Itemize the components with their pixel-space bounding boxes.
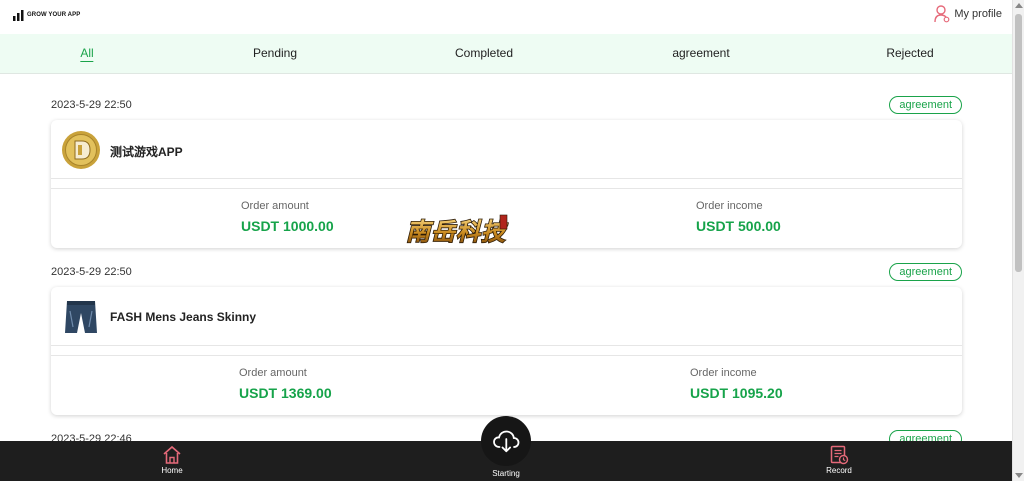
profile-link[interactable]: My profile (934, 5, 1002, 23)
status-tabs: All Pending Completed agreement Rejected (0, 34, 1012, 74)
tab-all[interactable]: All (80, 46, 94, 62)
order-amount: Order amount USDT 1369.00 (239, 367, 332, 401)
order-income-value: USDT 1095.20 (690, 385, 783, 401)
bottom-navigation: Home Starting Record (0, 416, 1012, 481)
nav-home-label: Home (161, 466, 183, 475)
order-header: 2023-5-29 22:50 agreement (51, 96, 962, 116)
logo-icon (13, 10, 24, 21)
watermark-logo: 南岳科技 (405, 214, 508, 247)
scroll-up-arrow[interactable] (1015, 3, 1023, 8)
order-date: 2023-5-29 22:50 (51, 99, 132, 111)
order-income: Order income USDT 500.00 (696, 200, 781, 234)
status-badge: agreement (889, 96, 962, 114)
order-amount-value: USDT 1369.00 (239, 385, 332, 401)
page-scrollbar[interactable] (1012, 0, 1024, 481)
product-name: FASH Mens Jeans Skinny (110, 310, 257, 324)
order-amount: Order amount USDT 1000.00 (241, 200, 334, 234)
app-logo[interactable]: GROW YOUR APP (13, 9, 80, 21)
tab-rejected[interactable]: Rejected (886, 46, 933, 60)
order-amount-label: Order amount (239, 367, 307, 379)
card-divider (51, 179, 962, 189)
tab-agreement[interactable]: agreement (672, 46, 729, 60)
start-button-label: Starting (492, 469, 520, 478)
order-income-value: USDT 500.00 (696, 218, 781, 234)
start-button[interactable] (481, 416, 531, 466)
nav-record[interactable]: Record (809, 445, 869, 475)
tab-completed[interactable]: Completed (455, 46, 513, 60)
tab-pending[interactable]: Pending (253, 46, 297, 60)
order-card[interactable]: FASH Mens Jeans Skinny Order amount USDT… (51, 287, 962, 415)
scroll-down-arrow[interactable] (1015, 473, 1023, 478)
order-amount-label: Order amount (241, 200, 309, 212)
order-header: 2023-5-29 22:50 agreement (51, 263, 962, 283)
card-product-row: FASH Mens Jeans Skinny (51, 287, 962, 346)
order-list[interactable]: 2023-5-29 22:50 agreement 测试游戏APP Order … (0, 74, 1012, 441)
cloud-download-icon (493, 430, 520, 453)
nav-record-label: Record (826, 466, 852, 475)
card-divider (51, 346, 962, 356)
order-income-label: Order income (696, 200, 763, 212)
home-icon (163, 445, 181, 464)
product-name: 测试游戏APP (110, 145, 183, 159)
scroll-thumb[interactable] (1015, 14, 1022, 272)
nav-home[interactable]: Home (142, 445, 202, 475)
order-date: 2023-5-29 22:46 (51, 433, 132, 441)
card-product-row: 测试游戏APP (51, 120, 962, 179)
profile-label: My profile (954, 8, 1002, 20)
record-icon (830, 445, 849, 465)
order-income: Order income USDT 1095.20 (690, 367, 783, 401)
order-amount-value: USDT 1000.00 (241, 218, 334, 234)
order-date: 2023-5-29 22:50 (51, 266, 132, 278)
status-badge: agreement (889, 263, 962, 281)
product-jeans-icon (65, 301, 97, 333)
svg-text:南岳科技: 南岳科技 (406, 218, 508, 246)
status-badge: agreement (889, 430, 962, 441)
product-coin-icon (62, 131, 100, 169)
top-bar: GROW YOUR APP My profile (0, 0, 1012, 34)
user-icon (934, 5, 950, 23)
order-income-label: Order income (690, 367, 757, 379)
brand-name: GROW YOUR APP (27, 12, 81, 18)
